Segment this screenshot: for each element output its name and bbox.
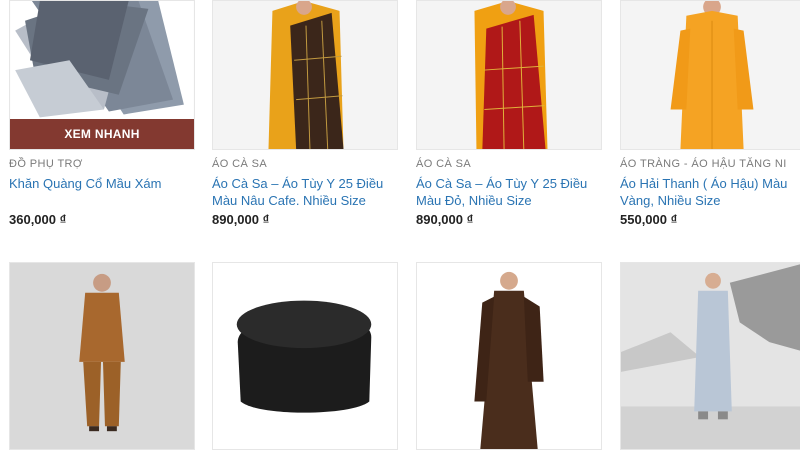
product-price: 890,000 ₫ <box>212 212 270 227</box>
product-category[interactable]: ÁO CÀ SA <box>416 158 471 170</box>
product-image-brown-robe[interactable] <box>212 0 398 150</box>
product-image-grey-robe[interactable] <box>620 262 800 450</box>
brown-monk-robe-image <box>417 263 601 449</box>
product-image-brown-outfit[interactable] <box>9 262 195 450</box>
grey-robe-image <box>621 263 800 449</box>
product-image-grey-scarf[interactable]: XEM NHANH <box>9 0 195 150</box>
product-image-black-hat[interactable] <box>212 262 398 450</box>
product-title[interactable]: Khăn Quàng Cổ Mầu Xám <box>9 175 199 192</box>
product-category[interactable]: ÁO CÀ SA <box>212 158 267 170</box>
product-price: 550,000 ₫ <box>620 212 678 227</box>
product-category[interactable]: ÁO TRÀNG - ÁO HẬU TĂNG NI <box>620 158 787 170</box>
red-robe-image <box>417 1 601 149</box>
quick-view-button[interactable]: XEM NHANH <box>10 119 194 149</box>
product-price: 890,000 ₫ <box>416 212 474 227</box>
product-image-yellow-robe[interactable] <box>620 0 800 150</box>
product-title[interactable]: Áo Cà Sa – Áo Tùy Y 25 Điều Màu Nâu Cafe… <box>212 175 402 209</box>
product-price: 360,000 ₫ <box>9 212 67 227</box>
yellow-robe-image <box>621 1 800 149</box>
product-image-brown-monk-robe[interactable] <box>416 262 602 450</box>
product-image-red-robe[interactable] <box>416 0 602 150</box>
brown-robe-image <box>213 1 397 149</box>
brown-outfit-image <box>10 263 194 449</box>
product-title[interactable]: Áo Cà Sa – Áo Tùy Y 25 Điều Màu Đỏ, Nhiề… <box>416 175 606 209</box>
black-hat-image <box>213 263 397 449</box>
product-title[interactable]: Áo Hải Thanh ( Áo Hậu) Màu Vàng, Nhiều S… <box>620 175 800 209</box>
product-category[interactable]: ĐỒ PHỤ TRỢ <box>9 158 83 170</box>
